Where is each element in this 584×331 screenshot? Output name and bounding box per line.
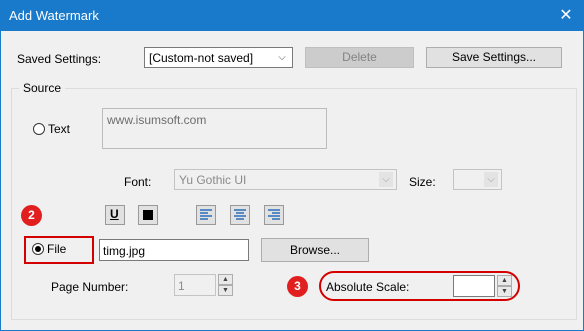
browse-button[interactable]: Browse... [261,238,369,262]
title-bar: Add Watermark ✕ [1,1,583,31]
saved-settings-label: Saved Settings: [17,52,102,66]
text-radio[interactable] [33,123,45,135]
absolute-scale-label: Absolute Scale: [326,280,410,294]
callout-badge-3: 3 [287,276,308,297]
page-number-value: 1 [178,279,185,293]
absolute-scale-input[interactable] [453,275,495,297]
absolute-scale-down-icon[interactable]: ▼ [497,286,512,297]
chevron-down-icon: ⌵ [379,172,393,187]
chevron-down-icon: ⌵ [484,172,498,187]
size-select[interactable]: ⌵ [453,169,502,190]
underline-icon[interactable]: U [105,205,125,225]
page-number-down-icon[interactable]: ▼ [218,285,233,296]
add-watermark-dialog: Add Watermark ✕ Saved Settings: [Custom-… [0,0,584,331]
font-value: Yu Gothic UI [179,173,247,187]
source-group-title: Source [19,81,66,95]
file-path-input[interactable]: timg.jpg [99,239,249,261]
page-number-label: Page Number: [51,280,129,294]
color-swatch-icon[interactable] [138,205,158,225]
file-path-value: timg.jpg [103,244,146,258]
callout-badge-2: 2 [21,205,42,226]
file-radio[interactable] [32,243,44,255]
window-title: Add Watermark [9,8,99,23]
save-settings-button[interactable]: Save Settings... [426,47,562,68]
saved-settings-select[interactable]: [Custom-not saved] ⌵ [144,47,293,68]
align-left-icon[interactable] [196,205,216,225]
align-right-icon[interactable] [264,205,284,225]
watermark-text-area[interactable]: www.isumsoft.com [102,108,327,149]
file-radio-label[interactable]: File [47,242,66,256]
page-number-input[interactable]: 1 [174,274,216,296]
font-select[interactable]: Yu Gothic UI ⌵ [174,169,397,190]
close-icon[interactable]: ✕ [549,1,583,31]
font-label: Font: [124,175,152,189]
chevron-down-icon: ⌵ [278,52,286,63]
saved-settings-value: [Custom-not saved] [149,51,254,65]
absolute-scale-up-icon[interactable]: ▲ [497,275,512,286]
delete-button[interactable]: Delete [305,47,414,68]
watermark-text-value: www.isumsoft.com [107,113,207,127]
align-center-icon[interactable] [230,205,250,225]
size-label: Size: [409,175,436,189]
page-number-up-icon[interactable]: ▲ [218,274,233,285]
text-radio-label[interactable]: Text [48,122,70,136]
